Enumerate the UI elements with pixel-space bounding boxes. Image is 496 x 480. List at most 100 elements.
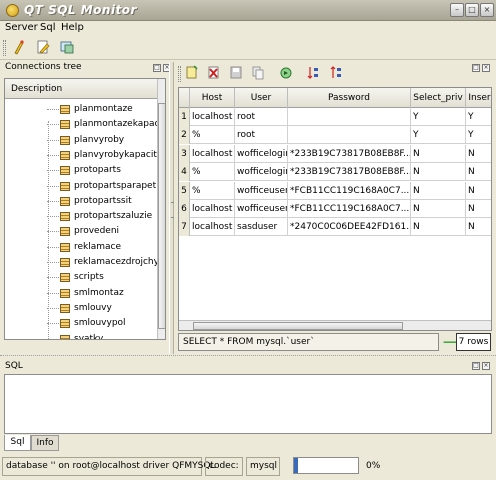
tree-scroll-thumb[interactable]	[158, 103, 165, 329]
tree-item[interactable]: smlouvy	[9, 301, 157, 316]
table-row[interactable]: 6 localhost wofficeuser *FCB11CC119C168A0C7…	[179, 200, 491, 218]
float-icon[interactable]: □	[472, 362, 480, 370]
cell-host[interactable]: localhost	[190, 144, 235, 163]
cell-host[interactable]: localhost	[190, 218, 235, 237]
new-icon[interactable]	[182, 65, 202, 84]
tree-item[interactable]: reklamace	[9, 240, 157, 255]
row-number[interactable]: 1	[179, 108, 190, 126]
cell-insert-priv[interactable]: Y	[466, 126, 491, 144]
tree-item[interactable]: protopartszaluzie	[9, 209, 157, 224]
cell-host[interactable]: %	[190, 163, 235, 182]
close-panel-icon[interactable]: ×	[482, 362, 490, 370]
table-icon[interactable]	[57, 39, 77, 58]
col-header-insert-priv[interactable]: Inser	[466, 88, 491, 108]
connect-icon[interactable]	[9, 39, 29, 58]
tree-item[interactable]: svatky	[9, 332, 157, 339]
tree-item[interactable]: protopartssit	[9, 194, 157, 209]
cell-select-priv[interactable]: N	[411, 181, 466, 200]
maximize-icon[interactable]: □	[465, 3, 479, 17]
row-number[interactable]: 4	[179, 163, 190, 182]
close-icon[interactable]: ×	[480, 3, 494, 17]
cell-insert-priv[interactable]: Y	[466, 108, 491, 126]
cell-user[interactable]: wofficelogin	[235, 144, 288, 163]
cell-insert-priv[interactable]: N	[466, 218, 491, 236]
splitter-grip[interactable]	[171, 202, 173, 218]
cell-insert-priv[interactable]: N	[466, 182, 491, 200]
tree-item[interactable]: planmontazekapacita	[9, 117, 157, 132]
table-row[interactable]: 3 localhost wofficelogin *233B19C73817B08EB…	[179, 144, 491, 163]
tree-item[interactable]: protopartsparapet	[9, 179, 157, 194]
cell-password[interactable]: *233B19C73817B08EB8F...	[288, 144, 411, 163]
cell-password[interactable]: *FCB11CC119C168A0C7...	[288, 181, 411, 200]
row-number[interactable]: 7	[179, 218, 190, 237]
corner-cell[interactable]	[179, 88, 190, 108]
cell-host[interactable]: localhost	[190, 108, 235, 126]
grid-hscrollbar[interactable]	[179, 320, 491, 330]
tree-item[interactable]: provedeni	[9, 224, 157, 239]
float-icon[interactable]: □	[472, 64, 480, 72]
minimize-icon[interactable]: –	[450, 3, 464, 17]
cell-host[interactable]: %	[190, 126, 235, 145]
tree-item[interactable]: scripts	[9, 270, 157, 285]
cell-password[interactable]	[288, 108, 411, 126]
table-row[interactable]: 1 localhost root Y Y	[179, 108, 491, 126]
table-row[interactable]: 2% root Y Y	[179, 126, 491, 145]
col-header-select-priv[interactable]: Select_priv	[411, 88, 466, 108]
tab-info[interactable]: Info	[31, 435, 59, 451]
cell-password[interactable]: *2470C0C06DEE42FD161...	[288, 218, 411, 237]
cell-user[interactable]: wofficelogin	[235, 163, 288, 182]
cell-user[interactable]: sasduser	[235, 218, 288, 237]
toolbar-grip[interactable]	[178, 66, 181, 82]
cell-password[interactable]	[288, 126, 411, 145]
cell-host[interactable]: %	[190, 181, 235, 200]
sort-asc-icon[interactable]	[303, 65, 323, 84]
table-row[interactable]: 5% wofficeuser *FCB11CC119C168A0C7... N N	[179, 181, 491, 200]
cell-select-priv[interactable]: N	[411, 218, 466, 237]
cell-user[interactable]: wofficeuser	[235, 181, 288, 200]
tree-item[interactable]: smlouvypol	[9, 316, 157, 331]
grid-hscroll-thumb[interactable]	[193, 322, 403, 330]
tree-header[interactable]: Description	[5, 79, 157, 99]
refresh-icon[interactable]	[276, 65, 296, 84]
col-header-user[interactable]: User	[235, 88, 288, 108]
vertical-splitter[interactable]	[169, 62, 174, 354]
tree-item[interactable]: planvyroby	[9, 133, 157, 148]
edit-icon[interactable]	[33, 39, 53, 58]
delete-icon[interactable]	[204, 65, 224, 84]
row-number[interactable]: 2	[179, 126, 190, 145]
copy-icon[interactable]	[248, 65, 268, 84]
float-icon[interactable]: □	[153, 64, 161, 72]
tree-scrollbar[interactable]	[157, 79, 165, 339]
table-row[interactable]: 4% wofficelogin *233B19C73817B08EB8F... N N	[179, 163, 491, 182]
cell-insert-priv[interactable]: N	[466, 200, 491, 218]
toolbar-grip[interactable]	[3, 40, 6, 56]
menu-help[interactable]: Help	[61, 22, 84, 33]
cell-user[interactable]: root	[235, 108, 288, 126]
cell-user[interactable]: wofficeuser	[235, 200, 288, 218]
tree-item[interactable]: planmontaze	[9, 102, 157, 117]
save-icon[interactable]	[226, 65, 246, 84]
cell-select-priv[interactable]: N	[411, 200, 466, 218]
cell-password[interactable]: *233B19C73817B08EB8F...	[288, 163, 411, 182]
connections-tree[interactable]: Description planmontaze planmontazekapaci…	[4, 78, 166, 340]
close-panel-icon[interactable]: ×	[482, 64, 490, 72]
tree-item[interactable]: smlmontaz	[9, 286, 157, 301]
cell-select-priv[interactable]: Y	[411, 108, 466, 126]
query-input[interactable]: SELECT * FROM mysql.`user`	[178, 333, 439, 351]
tree-item[interactable]: reklamacezdrojchyb	[9, 255, 157, 270]
cell-select-priv[interactable]: N	[411, 163, 466, 182]
cell-insert-priv[interactable]: N	[466, 163, 491, 181]
menu-sql[interactable]: Sql	[40, 22, 55, 33]
tree-item[interactable]: protoparts	[9, 163, 157, 178]
cell-insert-priv[interactable]: N	[466, 145, 491, 163]
cell-password[interactable]: *FCB11CC119C168A0C7...	[288, 200, 411, 218]
tab-sql[interactable]: Sql	[4, 435, 31, 451]
row-number[interactable]: 5	[179, 181, 190, 200]
horizontal-splitter[interactable]	[0, 355, 496, 358]
row-number[interactable]: 3	[179, 144, 190, 163]
cell-select-priv[interactable]: Y	[411, 126, 466, 145]
col-header-host[interactable]: Host	[190, 88, 235, 108]
cell-host[interactable]: localhost	[190, 200, 235, 218]
table-row[interactable]: 7 localhost sasduser *2470C0C06DEE42FD161..…	[179, 218, 491, 237]
title-bar[interactable]: QT SQL Monitor – □ ×	[0, 0, 496, 21]
